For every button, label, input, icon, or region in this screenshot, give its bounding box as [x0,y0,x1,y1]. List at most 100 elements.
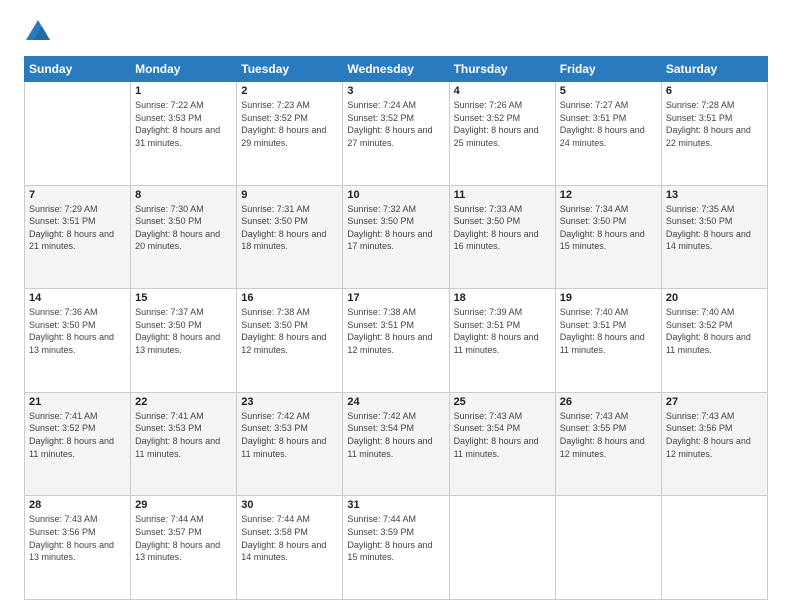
calendar-cell: 2Sunrise: 7:23 AMSunset: 3:52 PMDaylight… [237,82,343,186]
day-info: Sunrise: 7:40 AMSunset: 3:52 PMDaylight:… [666,306,763,356]
day-info: Sunrise: 7:34 AMSunset: 3:50 PMDaylight:… [560,203,657,253]
calendar-cell: 26 Sunrise: 7:43 AMSunset: 3:55 PMDayligh… [555,392,661,496]
calendar-cell: 29 Sunrise: 7:44 AMSunset: 3:57 PMDayligh… [131,496,237,600]
day-info: Sunrise: 7:33 AMSunset: 3:50 PMDaylight:… [454,203,551,253]
day-number: 30 [241,499,338,511]
day-number: 9 [241,189,338,201]
day-number: 17 [347,292,444,304]
logo-icon [24,18,52,46]
day-number: 6 [666,85,763,97]
calendar-cell: 13 Sunrise: 7:35 AMSunset: 3:50 PMDayligh… [661,185,767,289]
calendar-cell: 1Sunrise: 7:22 AMSunset: 3:53 PMDaylight… [131,82,237,186]
calendar-cell: 23 Sunrise: 7:42 AMSunset: 3:53 PMDayligh… [237,392,343,496]
calendar-cell [661,496,767,600]
calendar-day-header: Sunday [25,57,131,82]
day-number: 20 [666,292,763,304]
day-info: Sunrise: 7:41 AMSunset: 3:52 PMDaylight:… [29,410,126,460]
day-info: Sunrise: 7:22 AMSunset: 3:53 PMDaylight:… [135,99,232,149]
day-info: Sunrise: 7:28 AMSunset: 3:51 PMDaylight:… [666,99,763,149]
day-number: 28 [29,499,126,511]
day-number: 24 [347,396,444,408]
day-info: Sunrise: 7:44 AMSunset: 3:58 PMDaylight:… [241,513,338,563]
calendar-week-row: 1Sunrise: 7:22 AMSunset: 3:53 PMDaylight… [25,82,768,186]
day-number: 5 [560,85,657,97]
calendar-cell [25,82,131,186]
day-number: 27 [666,396,763,408]
day-number: 12 [560,189,657,201]
day-info: Sunrise: 7:29 AMSunset: 3:51 PMDaylight:… [29,203,126,253]
day-number: 15 [135,292,232,304]
day-number: 10 [347,189,444,201]
calendar-cell: 10Sunrise: 7:32 AMSunset: 3:50 PMDayligh… [343,185,449,289]
day-info: Sunrise: 7:36 AMSunset: 3:50 PMDaylight:… [29,306,126,356]
calendar-day-header: Wednesday [343,57,449,82]
calendar-day-header: Saturday [661,57,767,82]
day-info: Sunrise: 7:37 AMSunset: 3:50 PMDaylight:… [135,306,232,356]
calendar-week-row: 7Sunrise: 7:29 AMSunset: 3:51 PMDaylight… [25,185,768,289]
calendar-header-row: SundayMondayTuesdayWednesdayThursdayFrid… [25,57,768,82]
day-number: 22 [135,396,232,408]
day-number: 31 [347,499,444,511]
logo [24,18,56,46]
calendar-week-row: 28 Sunrise: 7:43 AMSunset: 3:56 PMDayligh… [25,496,768,600]
calendar-cell: 19 Sunrise: 7:40 AMSunset: 3:51 PMDayligh… [555,289,661,393]
calendar-cell: 28 Sunrise: 7:43 AMSunset: 3:56 PMDayligh… [25,496,131,600]
day-info: Sunrise: 7:43 AMSunset: 3:55 PMDaylight:… [560,410,657,460]
day-info: Sunrise: 7:24 AMSunset: 3:52 PMDaylight:… [347,99,444,149]
day-number: 23 [241,396,338,408]
day-info: Sunrise: 7:38 AMSunset: 3:51 PMDaylight:… [347,306,444,356]
header [24,18,768,46]
calendar-day-header: Thursday [449,57,555,82]
day-info: Sunrise: 7:43 AMSunset: 3:54 PMDaylight:… [454,410,551,460]
calendar-cell: 7Sunrise: 7:29 AMSunset: 3:51 PMDaylight… [25,185,131,289]
page: SundayMondayTuesdayWednesdayThursdayFrid… [0,0,792,612]
day-number: 16 [241,292,338,304]
day-number: 13 [666,189,763,201]
calendar-table: SundayMondayTuesdayWednesdayThursdayFrid… [24,56,768,600]
calendar-cell: 25 Sunrise: 7:43 AMSunset: 3:54 PMDayligh… [449,392,555,496]
calendar-cell [555,496,661,600]
day-info: Sunrise: 7:44 AMSunset: 3:57 PMDaylight:… [135,513,232,563]
day-info: Sunrise: 7:43 AMSunset: 3:56 PMDaylight:… [29,513,126,563]
day-info: Sunrise: 7:35 AMSunset: 3:50 PMDaylight:… [666,203,763,253]
calendar-cell: 15 Sunrise: 7:37 AMSunset: 3:50 PMDayligh… [131,289,237,393]
calendar-cell: 18Sunrise: 7:39 AMSunset: 3:51 PMDayligh… [449,289,555,393]
day-number: 26 [560,396,657,408]
calendar-week-row: 21 Sunrise: 7:41 AMSunset: 3:52 PMDayligh… [25,392,768,496]
day-info: Sunrise: 7:42 AMSunset: 3:53 PMDaylight:… [241,410,338,460]
day-info: Sunrise: 7:42 AMSunset: 3:54 PMDaylight:… [347,410,444,460]
calendar-cell: 17 Sunrise: 7:38 AMSunset: 3:51 PMDayligh… [343,289,449,393]
calendar-cell: 16 Sunrise: 7:38 AMSunset: 3:50 PMDayligh… [237,289,343,393]
calendar-cell: 22 Sunrise: 7:41 AMSunset: 3:53 PMDayligh… [131,392,237,496]
day-info: Sunrise: 7:41 AMSunset: 3:53 PMDaylight:… [135,410,232,460]
calendar-cell: 5 Sunrise: 7:27 AMSunset: 3:51 PMDaylight… [555,82,661,186]
calendar-cell: 11Sunrise: 7:33 AMSunset: 3:50 PMDayligh… [449,185,555,289]
day-number: 21 [29,396,126,408]
day-info: Sunrise: 7:38 AMSunset: 3:50 PMDaylight:… [241,306,338,356]
day-number: 19 [560,292,657,304]
calendar-week-row: 14 Sunrise: 7:36 AMSunset: 3:50 PMDayligh… [25,289,768,393]
day-info: Sunrise: 7:26 AMSunset: 3:52 PMDaylight:… [454,99,551,149]
day-number: 18 [454,292,551,304]
day-info: Sunrise: 7:31 AMSunset: 3:50 PMDaylight:… [241,203,338,253]
day-info: Sunrise: 7:40 AMSunset: 3:51 PMDaylight:… [560,306,657,356]
day-number: 3 [347,85,444,97]
day-number: 29 [135,499,232,511]
calendar-cell: 24 Sunrise: 7:42 AMSunset: 3:54 PMDayligh… [343,392,449,496]
day-number: 4 [454,85,551,97]
calendar-cell: 31 Sunrise: 7:44 AMSunset: 3:59 PMDayligh… [343,496,449,600]
calendar-cell: 4 Sunrise: 7:26 AMSunset: 3:52 PMDaylight… [449,82,555,186]
calendar-cell: 30 Sunrise: 7:44 AMSunset: 3:58 PMDayligh… [237,496,343,600]
day-info: Sunrise: 7:44 AMSunset: 3:59 PMDaylight:… [347,513,444,563]
calendar-cell: 21 Sunrise: 7:41 AMSunset: 3:52 PMDayligh… [25,392,131,496]
calendar-cell: 14 Sunrise: 7:36 AMSunset: 3:50 PMDayligh… [25,289,131,393]
calendar-cell: 3 Sunrise: 7:24 AMSunset: 3:52 PMDaylight… [343,82,449,186]
calendar-day-header: Tuesday [237,57,343,82]
calendar-cell: 8Sunrise: 7:30 AMSunset: 3:50 PMDaylight… [131,185,237,289]
calendar-day-header: Friday [555,57,661,82]
calendar-cell: 6 Sunrise: 7:28 AMSunset: 3:51 PMDaylight… [661,82,767,186]
day-number: 14 [29,292,126,304]
day-number: 2 [241,85,338,97]
day-info: Sunrise: 7:27 AMSunset: 3:51 PMDaylight:… [560,99,657,149]
day-number: 25 [454,396,551,408]
